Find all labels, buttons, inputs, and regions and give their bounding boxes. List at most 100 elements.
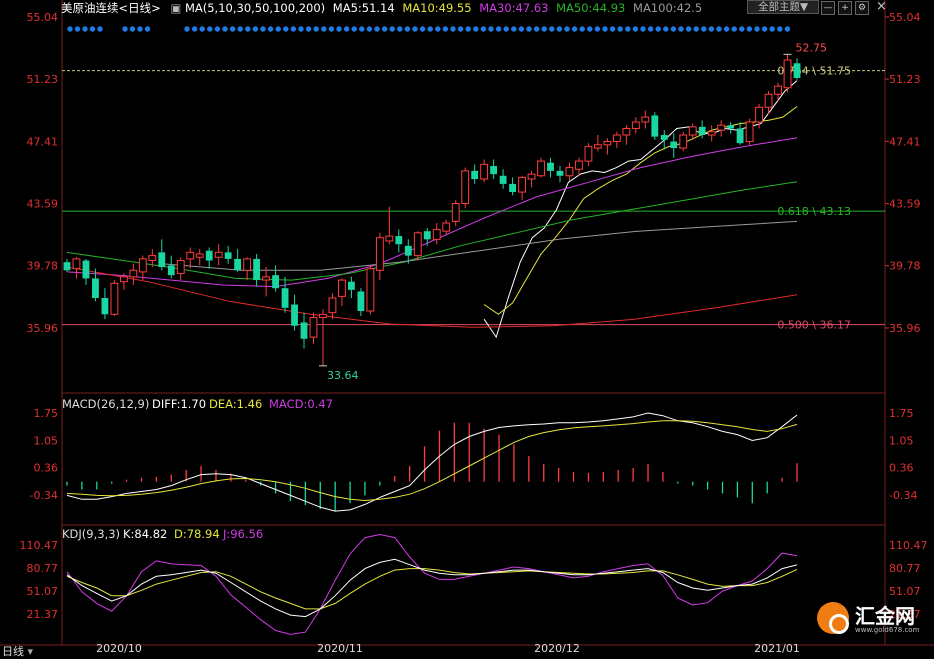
kdj-y-tick-left: 21.37 <box>27 608 59 621</box>
ma-toggle-icon[interactable]: ▣ <box>170 1 181 15</box>
event-marker <box>457 26 464 32</box>
event-marker <box>67 26 73 32</box>
event-marker <box>122 26 128 32</box>
theme-dropdown-button[interactable]: 全部主题▼ <box>747 0 819 14</box>
event-marker <box>617 26 623 32</box>
event-marker <box>746 26 753 32</box>
ma-params: MA(5,10,30,50,100,200) <box>184 1 326 15</box>
y-tick-right: 51.23 <box>889 73 921 86</box>
event-marker <box>571 26 578 32</box>
candle-body <box>471 170 479 180</box>
kdj-y-tick-right: 80.77 <box>889 562 921 575</box>
candle-body <box>72 258 81 270</box>
macd-diff-value: DIFF:1.70 <box>152 397 206 411</box>
header-bar: 美原油连续<日线> ▣ MA(5,10,30,50,100,200) MA5:5… <box>61 0 702 16</box>
event-marker <box>343 26 350 32</box>
event-marker <box>784 26 791 32</box>
event-marker <box>465 26 471 32</box>
kdj-y-tick-left: 110.47 <box>20 539 59 552</box>
event-marker <box>97 26 103 32</box>
event-marker <box>549 26 555 32</box>
high-price-label: 52.75 <box>796 41 828 54</box>
y-tick-left: 43.59 <box>27 198 59 211</box>
candle-body <box>432 229 441 240</box>
macd-y-tick-left: -0.34 <box>30 489 58 502</box>
close-icon[interactable]: × <box>876 0 887 14</box>
candle-body <box>537 160 545 177</box>
candle-body <box>651 115 659 137</box>
macd-hist-value: MACD:0.47 <box>269 397 333 411</box>
minus-icon[interactable]: — <box>821 1 835 15</box>
candle-body <box>631 121 640 129</box>
event-marker <box>305 26 312 32</box>
y-tick-right: 35.96 <box>889 322 921 335</box>
event-marker <box>579 26 585 32</box>
settings-icon[interactable]: ⚙ <box>855 1 869 15</box>
event-marker <box>609 26 616 32</box>
kdj-k-value: K:84.82 <box>123 527 167 541</box>
fib-level-label: 0.618 \ 43.13 <box>777 205 851 218</box>
ma10-value: MA10:49.55 <box>402 1 472 15</box>
event-marker <box>777 26 783 32</box>
candle-body <box>195 253 204 258</box>
kdj-y-tick-right: 110.47 <box>889 539 928 552</box>
y-tick-left: 55.04 <box>27 11 59 24</box>
logo-icon <box>817 602 849 634</box>
event-marker <box>237 26 243 32</box>
period-label[interactable]: <日线> <box>119 1 161 15</box>
candle-body <box>593 144 602 149</box>
event-marker <box>731 26 737 32</box>
symbol-name[interactable]: 美原油连续 <box>61 1 119 15</box>
event-marker <box>260 26 266 32</box>
candle-body <box>234 258 242 271</box>
candle-body <box>745 121 754 143</box>
candle-body <box>480 163 489 180</box>
event-marker <box>397 26 403 32</box>
candle-body <box>319 313 327 319</box>
x-axis-label: 2021/01 <box>754 642 800 655</box>
event-marker <box>275 26 281 32</box>
candle-body <box>357 291 365 312</box>
kdj-j-line <box>66 533 798 635</box>
candle-body <box>328 297 337 314</box>
event-marker <box>480 26 487 32</box>
candle-body <box>214 251 223 258</box>
event-marker <box>450 26 456 32</box>
candle-body <box>148 255 157 262</box>
candle-body <box>119 276 128 283</box>
candle-body <box>413 232 422 257</box>
event-marker <box>313 26 319 32</box>
candle-body <box>366 268 375 312</box>
y-tick-right: 43.59 <box>889 198 921 211</box>
period-selector[interactable]: 日线 ▾ <box>2 643 33 659</box>
candle-body <box>272 275 279 289</box>
event-marker <box>298 26 304 32</box>
plus-icon[interactable]: + <box>838 1 852 15</box>
theme-dropdown-label: 全部主题 <box>757 1 800 13</box>
y-tick-right: 47.41 <box>889 135 921 148</box>
event-marker <box>267 26 274 32</box>
macd-y-tick-left: 1.75 <box>34 407 59 420</box>
ma30-value: MA30:47.63 <box>479 1 549 15</box>
kdj-k-line <box>66 558 798 618</box>
y-tick-left: 39.78 <box>27 260 59 273</box>
event-marker <box>564 26 570 32</box>
event-marker <box>701 26 707 32</box>
chart-canvas[interactable]: 55.04 55.04 51.23 51.23 47.41 47.41 43.59 43.59… <box>0 0 934 659</box>
event-marker <box>495 26 502 32</box>
candle-body <box>404 245 412 256</box>
candle-body <box>793 63 801 78</box>
event-marker <box>252 26 259 32</box>
event-marker <box>389 26 395 32</box>
candle-body <box>92 278 99 299</box>
event-marker <box>473 26 479 32</box>
event-marker <box>351 26 357 32</box>
candle-body <box>584 145 593 162</box>
candle-body <box>670 141 678 149</box>
y-tick-left: 51.23 <box>27 73 59 86</box>
event-marker <box>647 26 654 32</box>
event-marker <box>199 26 205 32</box>
kdj-d-value: D:78.94 <box>174 527 220 541</box>
candle-body <box>490 165 498 175</box>
low-price-label: 33.64 <box>327 369 359 382</box>
